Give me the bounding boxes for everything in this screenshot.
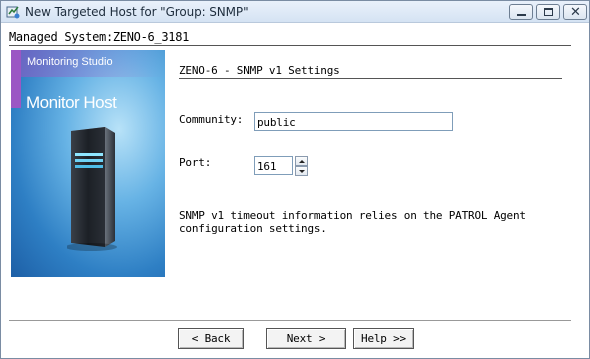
arrow-up-icon — [299, 160, 305, 163]
next-button[interactable]: Next > — [266, 328, 346, 349]
footer-divider — [9, 320, 571, 321]
window-title: New Targeted Host for "Group: SNMP" — [25, 5, 249, 19]
splash-image: Monitoring Studio Monitor Host — [11, 50, 165, 277]
splash-title: Monitor Host — [26, 93, 117, 112]
server-tower-icon — [67, 127, 117, 251]
section-title: ZENO-6 - SNMP v1 Settings — [179, 64, 340, 77]
header-divider — [9, 45, 571, 46]
managed-system-label: Managed System:ZENO-6_3181 — [9, 30, 190, 44]
title-bar[interactable]: New Targeted Host for "Group: SNMP" ✕ — [1, 1, 589, 23]
port-decrement-button[interactable] — [295, 166, 308, 176]
port-increment-button[interactable] — [295, 156, 308, 166]
help-button[interactable]: Help >> — [353, 328, 414, 349]
port-input[interactable]: 161 — [254, 156, 293, 175]
arrow-down-icon — [299, 170, 305, 173]
maximize-icon — [544, 8, 553, 16]
timeout-info-text: SNMP v1 timeout information relies on th… — [179, 209, 526, 235]
community-label: Community: — [179, 113, 244, 126]
splash-accent-bar — [11, 50, 21, 108]
minimize-button[interactable] — [509, 4, 533, 20]
back-button[interactable]: < Back — [178, 328, 244, 349]
minimize-icon — [517, 14, 526, 16]
close-button[interactable]: ✕ — [563, 4, 587, 20]
maximize-button[interactable] — [536, 4, 560, 20]
close-icon: ✕ — [570, 5, 581, 20]
app-icon — [6, 6, 20, 19]
port-label: Port: — [179, 156, 212, 169]
dialog-window: New Targeted Host for "Group: SNMP" ✕ Ma… — [0, 0, 590, 359]
splash-subtitle: Monitoring Studio — [27, 56, 113, 68]
community-input[interactable]: public — [254, 112, 453, 131]
section-divider — [179, 78, 562, 79]
